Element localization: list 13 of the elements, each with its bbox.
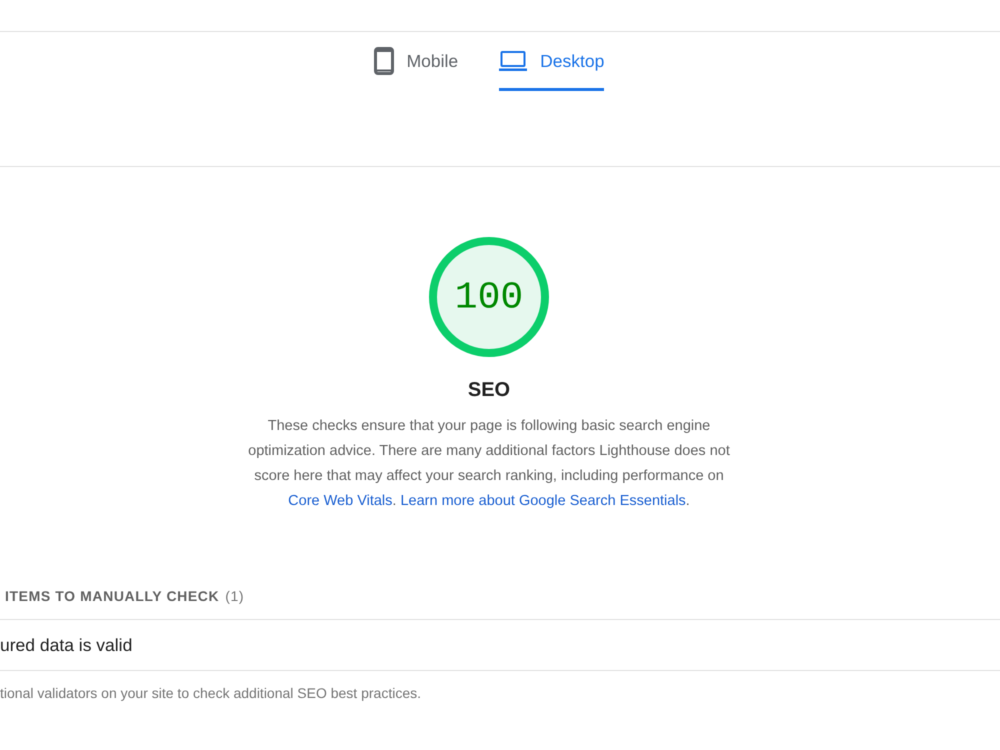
category-title: SEO	[468, 378, 510, 402]
device-tab[interactable]: Desktop	[499, 32, 604, 91]
audit-row[interactable]: ured data is valid	[0, 620, 1000, 671]
device-tab[interactable]: Mobile	[374, 32, 458, 91]
laptop-icon	[499, 51, 528, 71]
group-description: tional validators on your site to check additional SEO best practices.	[0, 684, 422, 703]
link[interactable]: Learn more about Google Search Essentials	[400, 493, 686, 509]
group-count: (1)	[225, 587, 244, 606]
score-value: 100	[454, 276, 524, 320]
group-title: ITEMS TO MANUALLY CHECK	[5, 587, 220, 606]
phone-icon	[374, 47, 394, 75]
category-description: These checks ensure that your page is following basic search engine optimization advice. There are many additional factors Lighthouse does not score here that may affect your search ranking, including performance on Core Web Vitals. Learn more about Google Search Essentials.	[247, 417, 731, 511]
link[interactable]: Core Web Vitals	[288, 493, 392, 509]
